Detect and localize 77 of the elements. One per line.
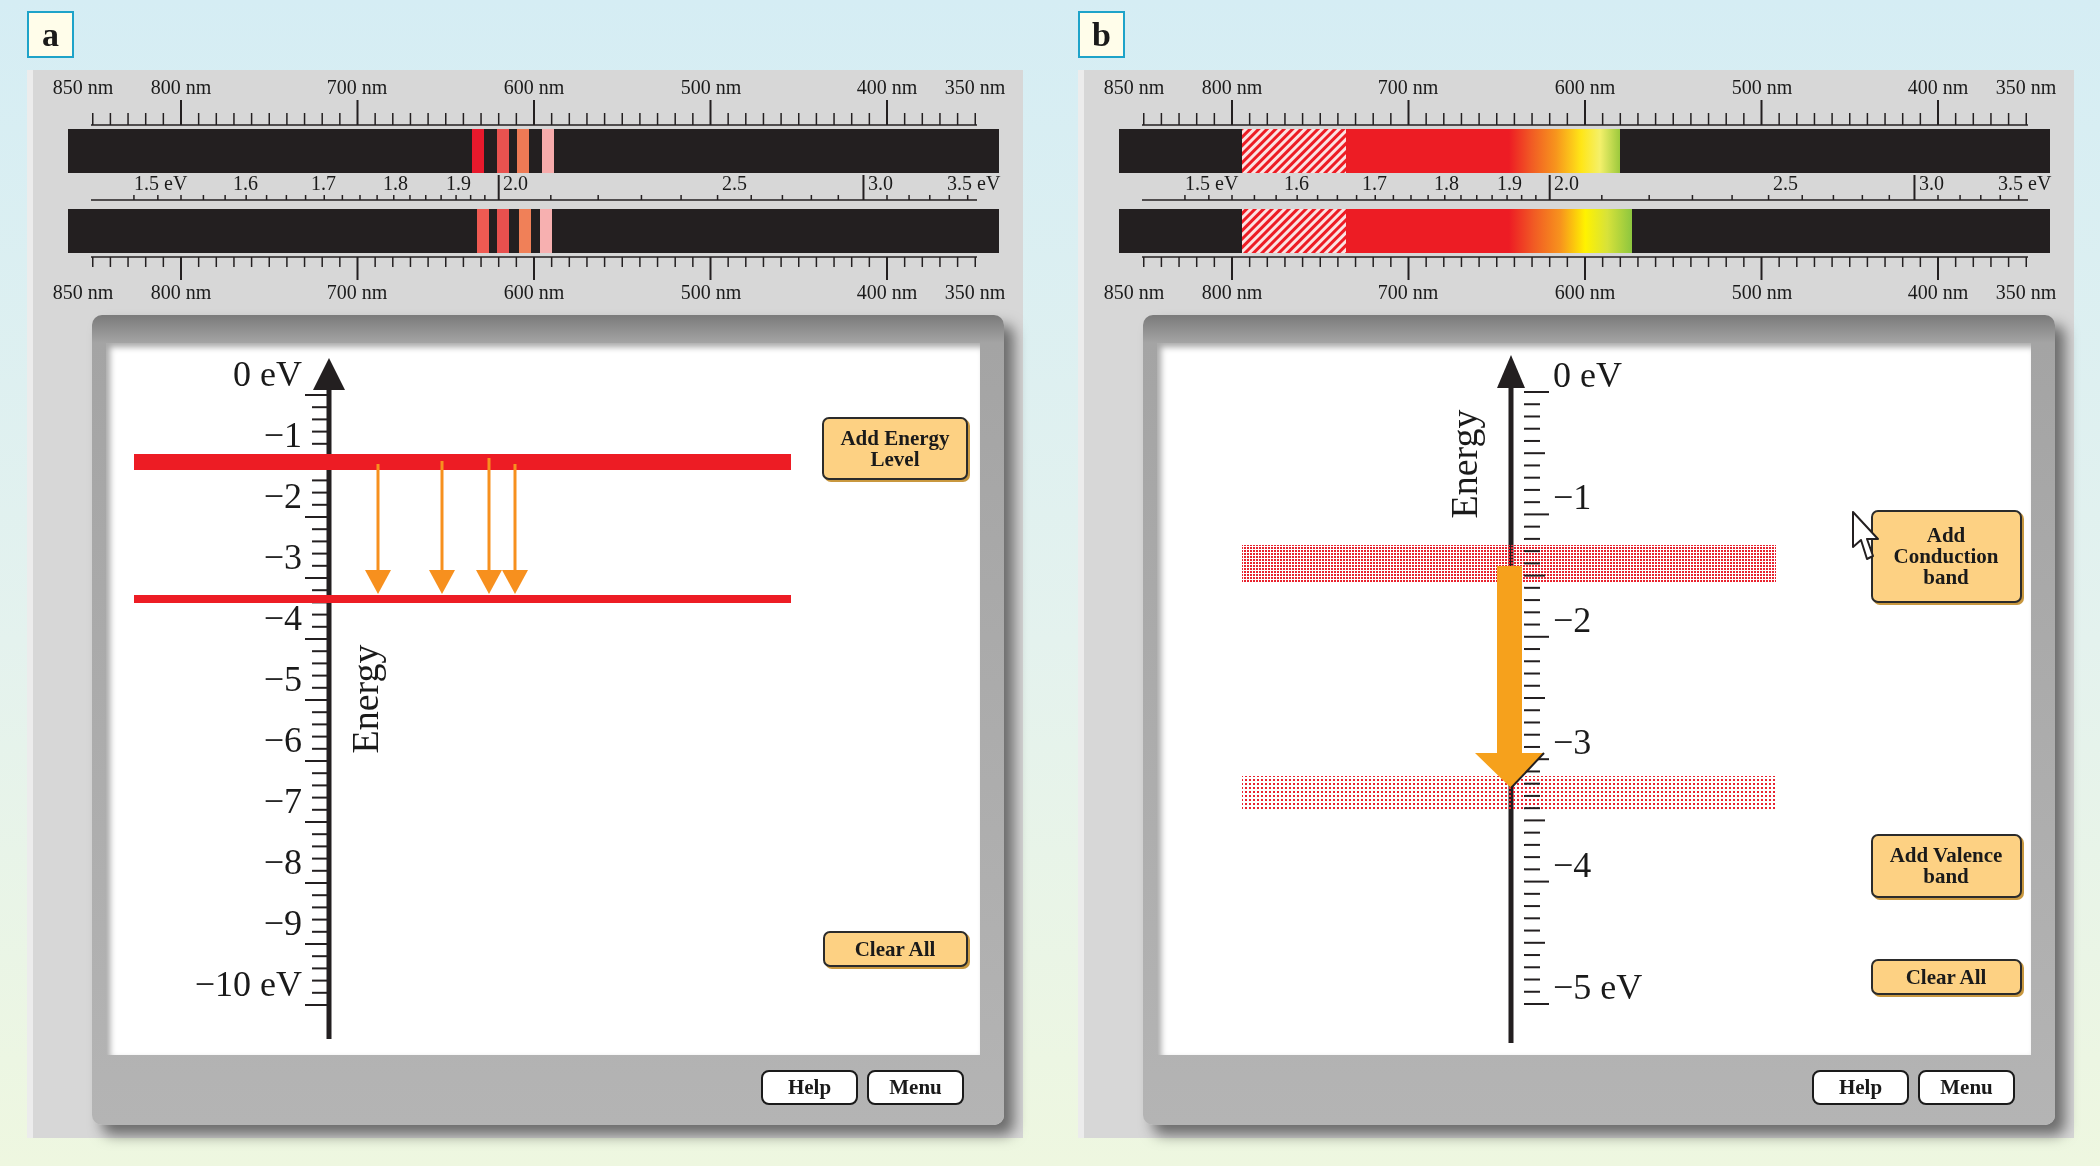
scale-label: 350 nm <box>944 76 1006 98</box>
panel-label: b <box>1078 11 1125 58</box>
axis-label: −9 <box>263 905 302 941</box>
axis-label: −1 <box>263 417 302 453</box>
scale-label: 850 nm <box>1103 281 1165 303</box>
scale-label: 3.0 <box>868 172 893 194</box>
scale-label: 3.0 <box>1919 172 1944 194</box>
scale-label: 850 nm <box>1103 76 1165 98</box>
axis-label: −8 <box>263 844 302 880</box>
scale-label: 3.5 eV <box>947 172 1001 194</box>
axis-title: Energy <box>1445 409 1483 519</box>
scale-label: 700 nm <box>326 76 388 98</box>
menu-button[interactable]: Menu <box>867 1070 964 1105</box>
axis-label: −2 <box>1553 604 1592 635</box>
axis-label: −7 <box>263 783 302 819</box>
add-valence-band-button[interactable]: Add Valence band <box>1870 834 2022 898</box>
scale-label: 600 nm <box>503 281 565 303</box>
axis-label: −6 <box>263 722 302 758</box>
axis-label: −4 <box>263 600 302 636</box>
scale-label: 850 nm <box>52 76 114 98</box>
panel-label: a <box>27 11 74 58</box>
axis-label: 0 eV <box>233 356 302 392</box>
scale-label: 400 nm <box>1907 76 1969 98</box>
scale-label: 500 nm <box>680 76 742 98</box>
scale-label: 800 nm <box>1201 281 1263 303</box>
scale-label: 350 nm <box>944 281 1006 303</box>
axis-label: −4 <box>1553 849 1592 880</box>
scale-label: 1.8 <box>1434 172 1459 194</box>
axis-label: −2 <box>263 478 302 514</box>
scale-label: 400 nm <box>1907 281 1969 303</box>
scale-label: 500 nm <box>1731 281 1793 303</box>
scale-label: 1.8 <box>383 172 408 194</box>
scale-label: 1.5 eV <box>1185 172 1239 194</box>
scale-label: 850 nm <box>52 281 114 303</box>
scale-label: 500 nm <box>680 281 742 303</box>
scale-label: 2.5 <box>1773 172 1798 194</box>
scale-label: 800 nm <box>150 76 212 98</box>
clear-all-button[interactable]: Clear All <box>822 931 968 967</box>
scale-label: 3.5 eV <box>1998 172 2052 194</box>
scale-label: 700 nm <box>1377 76 1439 98</box>
scale-label: 1.6 <box>233 172 258 194</box>
axis-label: −3 <box>1553 727 1592 758</box>
scale-label: 400 nm <box>856 281 918 303</box>
scale-label: 1.5 eV <box>134 172 188 194</box>
axis-label: 0 eV <box>1553 360 1622 390</box>
axis-title: Energy <box>346 644 384 754</box>
scale-label: 350 nm <box>1995 76 2057 98</box>
scale-label: 600 nm <box>1554 281 1616 303</box>
scale-label: 700 nm <box>326 281 388 303</box>
axis-label: −5 <box>263 661 302 697</box>
axis-label: −5 eV <box>1553 972 1643 1002</box>
axis-label: −1 <box>1553 482 1592 513</box>
scale-label: 1.7 <box>1362 172 1387 194</box>
axis-label: −3 <box>263 539 302 575</box>
add-energy-level-button[interactable]: Add Energy Level <box>822 417 968 480</box>
scale-label: 2.5 <box>722 172 747 194</box>
scale-label: 1.7 <box>311 172 336 194</box>
clear-all-button[interactable]: Clear All <box>1870 959 2022 995</box>
mouse-pointer-icon <box>1852 511 1879 561</box>
axis-label: −10 eV <box>194 966 302 1002</box>
scale-label: 2.0 <box>1554 172 1579 194</box>
scale-label: 350 nm <box>1995 281 2057 303</box>
scale-label: 2.0 <box>503 172 528 194</box>
scale-label: 800 nm <box>1201 76 1263 98</box>
scale-label: 600 nm <box>503 76 565 98</box>
scale-label: 1.9 <box>446 172 471 194</box>
help-button[interactable]: Help <box>761 1070 858 1105</box>
scale-label: 500 nm <box>1731 76 1793 98</box>
scale-label: 600 nm <box>1554 76 1616 98</box>
menu-button[interactable]: Menu <box>1918 1070 2015 1105</box>
scale-label: 800 nm <box>150 281 212 303</box>
scale-label: 400 nm <box>856 76 918 98</box>
add-conduction-band-button[interactable]: Add Conduction band <box>1870 510 2022 603</box>
scale-label: 1.6 <box>1284 172 1309 194</box>
help-button[interactable]: Help <box>1812 1070 1909 1105</box>
scale-label: 700 nm <box>1377 281 1439 303</box>
scale-label: 1.9 <box>1497 172 1522 194</box>
